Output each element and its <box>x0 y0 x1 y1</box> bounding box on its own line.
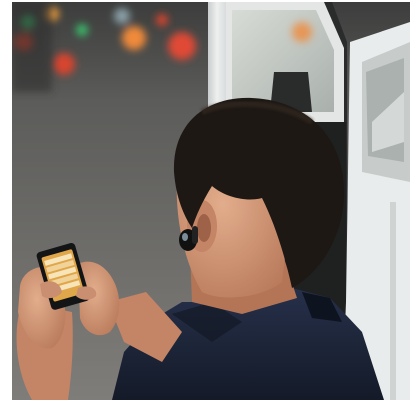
photo <box>12 2 410 400</box>
photo-frame <box>12 2 410 400</box>
